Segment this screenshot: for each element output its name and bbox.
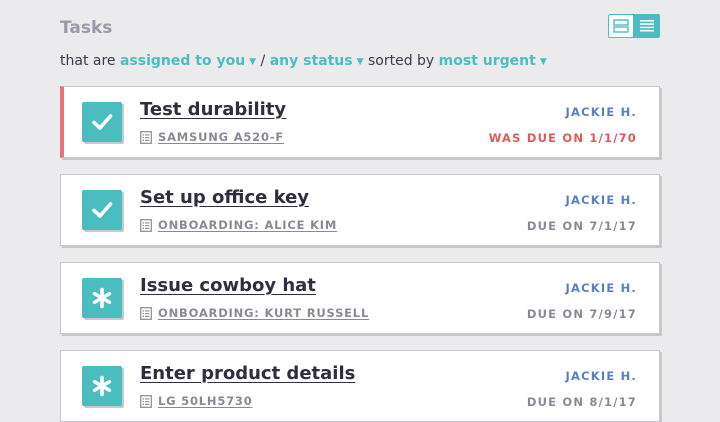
task-complete-toggle[interactable]	[82, 190, 122, 230]
due-date-label: WAS DUE ON 1/1/70	[488, 131, 637, 145]
page-title: Tasks	[60, 18, 113, 38]
task-title-link[interactable]: Test durability	[140, 99, 286, 120]
task-source-label: LG 50LH5730	[158, 394, 253, 408]
asterisk-icon	[92, 287, 112, 309]
task-complete-toggle[interactable]	[82, 102, 122, 142]
task-title-link[interactable]: Issue cowboy hat	[140, 275, 316, 296]
task-card[interactable]: Issue cowboy hat ONBOARDING: KURT RUSSEL…	[60, 262, 660, 334]
assignment-filter-dropdown[interactable]: assigned to you ▼	[120, 53, 256, 69]
due-date-label: DUE ON 7/9/17	[526, 307, 637, 321]
task-source-link[interactable]: ONBOARDING: ALICE KIM	[140, 218, 337, 232]
document-icon	[140, 306, 152, 320]
assignee-label: JACKIE H.	[565, 369, 637, 383]
task-card[interactable]: Enter product details LG 50LH5730 JACKIE…	[60, 350, 660, 422]
task-source-label: ONBOARDING: ALICE KIM	[158, 218, 338, 232]
sort-dropdown[interactable]: most urgent ▼	[439, 53, 547, 69]
assignee-label: JACKIE H.	[565, 105, 637, 119]
card-view-button[interactable]	[608, 14, 634, 38]
check-icon	[92, 114, 113, 130]
check-icon	[92, 202, 113, 218]
task-card[interactable]: Set up office key ONBOARDING: ALICE KIM …	[60, 174, 660, 246]
list-view-button[interactable]	[634, 14, 660, 38]
assignment-filter-label: assigned to you	[119, 53, 246, 69]
task-source-label: ONBOARDING: KURT RUSSELL	[158, 306, 370, 320]
assignee-label: JACKIE H.	[565, 193, 637, 207]
task-complete-toggle[interactable]	[82, 278, 122, 318]
caret-down-icon: ▼	[356, 57, 364, 67]
task-title-link[interactable]: Enter product details	[140, 363, 355, 384]
assignee-label: JACKIE H.	[565, 281, 637, 295]
due-date-label: DUE ON 8/1/17	[526, 395, 637, 409]
task-source-label: SAMSUNG A520-F	[158, 130, 285, 144]
asterisk-icon	[92, 375, 112, 397]
sort-prefix: sorted by	[367, 53, 435, 69]
status-filter-label: any status	[269, 53, 353, 69]
task-source-link[interactable]: LG 50LH5730	[140, 394, 253, 408]
filter-prefix: that are	[60, 53, 116, 69]
sort-label: most urgent	[438, 53, 536, 69]
task-source-link[interactable]: ONBOARDING: KURT RUSSELL	[140, 306, 369, 320]
task-title-link[interactable]: Set up office key	[140, 187, 309, 208]
caret-down-icon: ▼	[539, 57, 547, 67]
task-source-link[interactable]: SAMSUNG A520-F	[140, 130, 284, 144]
due-date-label: DUE ON 7/1/17	[526, 219, 637, 233]
document-icon	[140, 130, 152, 144]
list-view-icon	[640, 20, 654, 32]
document-icon	[140, 218, 152, 232]
task-complete-toggle[interactable]	[82, 366, 122, 406]
filter-bar: that are assigned to you ▼ / any status ▼ …	[60, 53, 547, 69]
caret-down-icon: ▼	[249, 57, 257, 67]
card-view-icon	[613, 19, 629, 33]
filter-separator: /	[260, 53, 266, 69]
document-icon	[140, 394, 152, 408]
status-filter-dropdown[interactable]: any status ▼	[270, 53, 364, 69]
view-toggle	[608, 14, 660, 38]
task-card[interactable]: Test durability SAMSUNG A520-F JACKIE H.…	[60, 86, 660, 158]
